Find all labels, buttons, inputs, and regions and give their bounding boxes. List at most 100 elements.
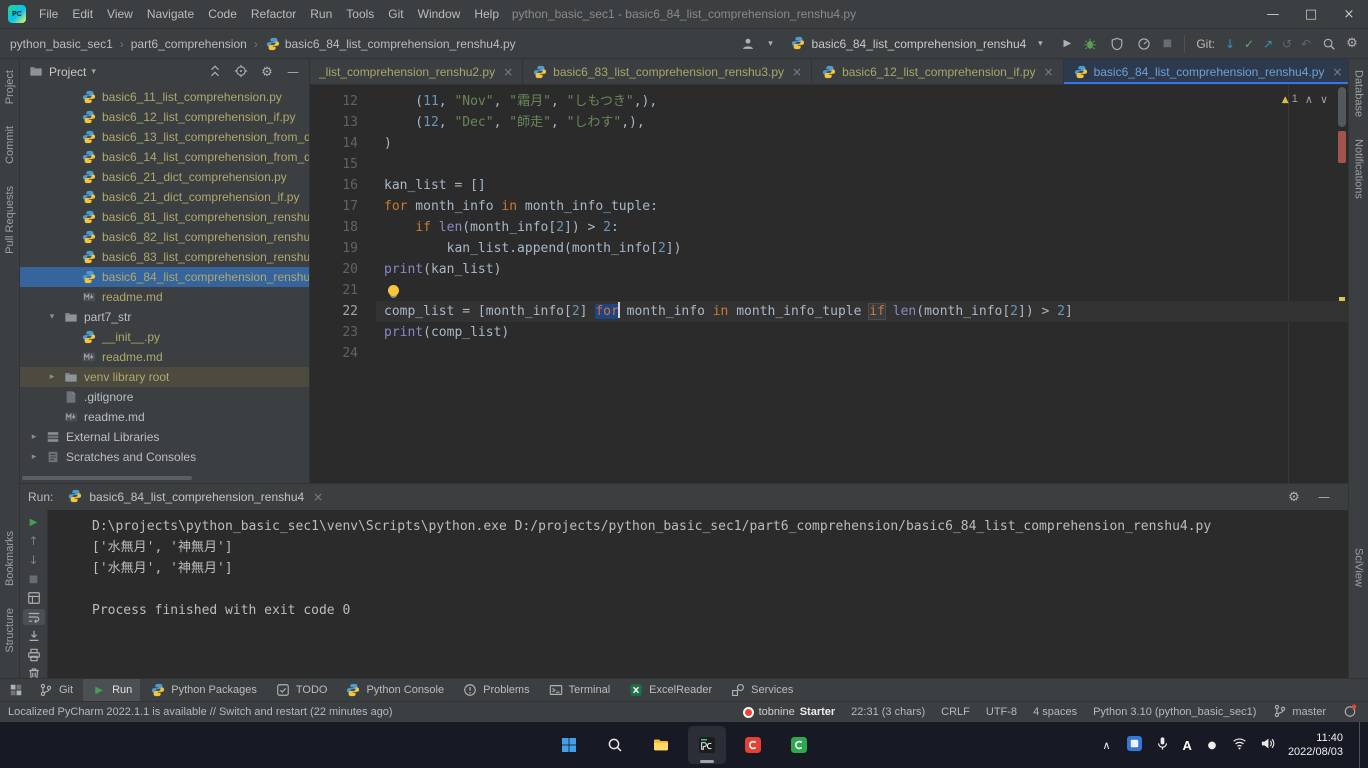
editor-tab[interactable]: basic6_83_list_comprehension_renshu3.py×: [523, 59, 812, 84]
tree-item[interactable]: basic6_82_list_comprehension_renshu2.py: [20, 227, 309, 247]
taskbar-green-app-button[interactable]: [780, 726, 818, 764]
search-everywhere-icon[interactable]: [1317, 32, 1341, 56]
indent-style[interactable]: 4 spaces: [1033, 706, 1077, 718]
soft-wrap-button[interactable]: [23, 609, 45, 625]
code-area[interactable]: (11, "Nov", "霜月", "しもつき",), (12, "Dec", …: [376, 85, 1348, 483]
menu-code[interactable]: Code: [201, 0, 244, 28]
git-history-icon[interactable]: ↺: [1279, 36, 1295, 52]
restore-layout-button[interactable]: [23, 590, 45, 606]
profiler-button[interactable]: [1132, 32, 1156, 56]
error-stripe-mark[interactable]: [1338, 131, 1346, 163]
tree-item[interactable]: readme.md: [20, 407, 309, 427]
next-problem-icon[interactable]: ∨: [1320, 90, 1328, 111]
settings-gear-icon[interactable]: ⚙: [1344, 36, 1360, 52]
code-editor[interactable]: 12131415161718192021222324 (11, "Nov", "…: [310, 85, 1348, 483]
menu-help[interactable]: Help: [467, 0, 506, 28]
chevron-down-icon[interactable]: ▾: [46, 312, 58, 322]
tree-item[interactable]: basic6_14_list_comprehension_from_dict_i…: [20, 147, 309, 167]
tree-item[interactable]: ▸External Libraries: [20, 427, 309, 447]
breadcrumb-item[interactable]: python_basic_sec1: [8, 37, 115, 51]
menu-window[interactable]: Window: [411, 0, 468, 28]
close-button[interactable]: ×: [1330, 0, 1368, 28]
options-gear-icon[interactable]: ⚙: [259, 64, 275, 80]
locate-file-icon[interactable]: [233, 63, 249, 81]
run-tab[interactable]: basic6_84_list_comprehension_renshu4 ×: [61, 484, 329, 510]
menu-view[interactable]: View: [100, 0, 140, 28]
tray-mic[interactable]: [1155, 736, 1171, 755]
scroll-to-end-button[interactable]: [23, 628, 45, 644]
toolwindow-button-terminal[interactable]: Terminal: [540, 679, 619, 701]
menu-run[interactable]: Run: [303, 0, 339, 28]
editor-tab[interactable]: basic6_84_list_comprehension_renshu4.py×: [1064, 59, 1353, 84]
hide-panel-icon[interactable]: —: [1316, 489, 1332, 505]
toolwindow-button-python-console[interactable]: Python Console: [337, 679, 452, 701]
toolwindow-button-todo[interactable]: TODO: [267, 679, 336, 701]
rerun-button[interactable]: ▶: [23, 514, 45, 530]
menu-tools[interactable]: Tools: [339, 0, 381, 28]
tool-button-structure[interactable]: Structure: [4, 597, 16, 664]
print-button[interactable]: [23, 647, 45, 663]
tab-close-icon[interactable]: ×: [313, 490, 323, 504]
git-push-icon[interactable]: ↗: [1260, 36, 1276, 52]
tree-item[interactable]: ▸venv library root: [20, 367, 309, 387]
warning-count[interactable]: ▲ 1: [1282, 89, 1298, 111]
horizontal-scrollbar[interactable]: [22, 476, 192, 480]
update-available-icon[interactable]: [1342, 703, 1358, 721]
tray-chevron-up[interactable]: ∧: [1099, 737, 1115, 753]
debug-button[interactable]: [1078, 32, 1102, 56]
line-separator[interactable]: CRLF: [941, 706, 970, 718]
tab-close-icon[interactable]: ×: [1332, 65, 1342, 79]
tool-button-project[interactable]: Project: [4, 59, 16, 115]
show-desktop-button[interactable]: [1359, 722, 1364, 768]
maximize-button[interactable]: □: [1292, 0, 1330, 28]
run-button[interactable]: ▶: [1059, 36, 1075, 52]
toolwindow-button-services[interactable]: Services: [722, 679, 801, 701]
menu-file[interactable]: File: [32, 0, 65, 28]
tree-item[interactable]: basic6_13_list_comprehension_from_dict.p…: [20, 127, 309, 147]
tray-volume[interactable]: [1260, 736, 1276, 755]
minimize-button[interactable]: —: [1254, 0, 1292, 28]
toolwindow-button-python-packages[interactable]: Python Packages: [142, 679, 265, 701]
run-settings-gear-icon[interactable]: ⚙: [1286, 489, 1302, 505]
tree-item[interactable]: basic6_12_list_comprehension_if.py: [20, 107, 309, 127]
menu-navigate[interactable]: Navigate: [140, 0, 201, 28]
scrollbar-thumb[interactable]: [1338, 87, 1346, 127]
toolwindow-button-git[interactable]: Git: [30, 679, 81, 701]
stop-button[interactable]: ■: [23, 571, 45, 587]
prev-problem-icon[interactable]: ∧: [1305, 90, 1313, 111]
tree-item[interactable]: ▸Scratches and Consoles: [20, 447, 309, 467]
toolwindow-button-excelreader[interactable]: ExcelReader: [620, 679, 720, 701]
git-rollback-icon[interactable]: ↶: [1298, 36, 1314, 52]
toolwindow-button-problems[interactable]: Problems: [454, 679, 537, 701]
taskbar-red-app-button[interactable]: [734, 726, 772, 764]
git-branch-widget[interactable]: master: [1272, 703, 1326, 721]
tab-close-icon[interactable]: ×: [1044, 65, 1054, 79]
tool-button-database[interactable]: Database: [1353, 59, 1365, 128]
project-panel-title[interactable]: Project: [49, 65, 86, 79]
toolwindow-button-run[interactable]: ▶Run: [83, 679, 140, 701]
up-stack-button[interactable]: ↑: [23, 533, 45, 549]
chevron-right-icon[interactable]: ▸: [28, 452, 40, 462]
tray-tray-app[interactable]: [1127, 736, 1143, 755]
file-encoding[interactable]: UTF-8: [986, 706, 1017, 718]
tool-window-switcher-icon[interactable]: [4, 682, 28, 698]
menu-edit[interactable]: Edit: [65, 0, 100, 28]
git-update-icon[interactable]: ↓: [1222, 36, 1238, 52]
tool-button-commit[interactable]: Commit: [4, 115, 16, 175]
chevron-right-icon[interactable]: ▸: [28, 432, 40, 442]
tree-item[interactable]: readme.md: [20, 287, 309, 307]
tool-button-pull-requests[interactable]: Pull Requests: [4, 175, 16, 265]
run-configuration-select[interactable]: basic6_84_list_comprehension_renshu4 ▾: [782, 33, 1057, 55]
tree-item[interactable]: basic6_11_list_comprehension.py: [20, 87, 309, 107]
tray-wifi[interactable]: [1232, 736, 1248, 755]
tree-item[interactable]: basic6_21_dict_comprehension_if.py: [20, 187, 309, 207]
intention-bulb-icon[interactable]: [388, 285, 399, 296]
tree-item[interactable]: basic6_83_list_comprehension_renshu3.py: [20, 247, 309, 267]
editor-scrollbar[interactable]: [1336, 85, 1348, 483]
tool-button-sciview[interactable]: SciView: [1353, 537, 1365, 598]
tree-item[interactable]: ▾part7_str: [20, 307, 309, 327]
git-commit-icon[interactable]: ✓: [1241, 36, 1257, 52]
menu-git[interactable]: Git: [381, 0, 410, 28]
coverage-button[interactable]: [1105, 32, 1129, 56]
tab-close-icon[interactable]: ×: [503, 65, 513, 79]
